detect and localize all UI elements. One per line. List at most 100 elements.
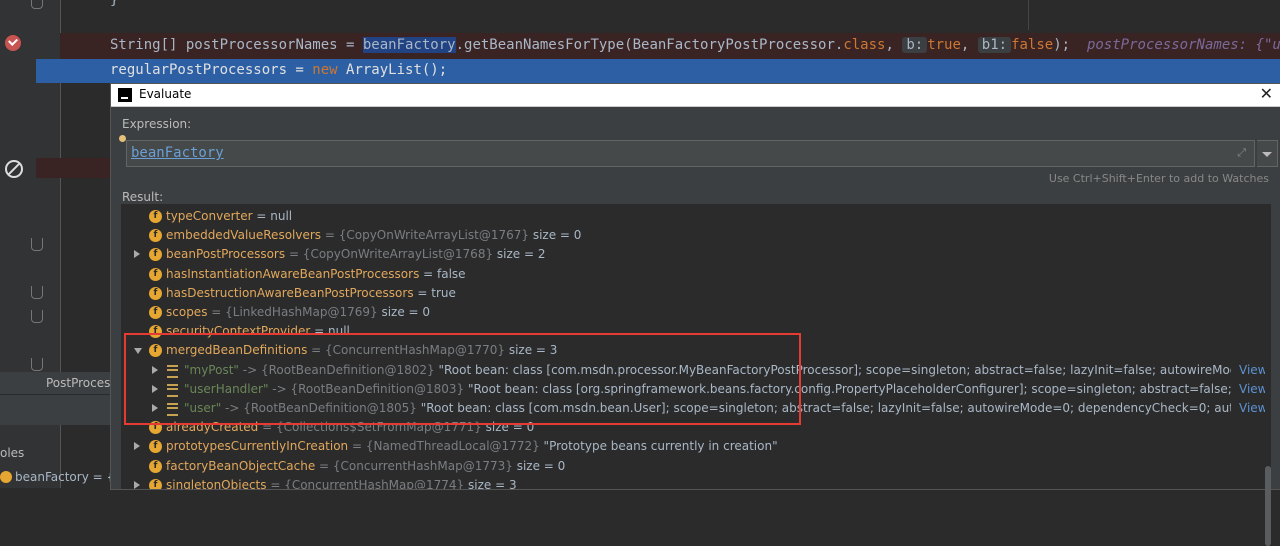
code-line: } [110,0,118,8]
code-type: String[] [110,37,178,53]
result-scrollbar[interactable] [1265,204,1271,546]
field-name: singletonObjects [166,477,267,489]
code-line[interactable]: String[] postProcessorNames = beanFactor… [110,37,1280,53]
keyword-new: new [312,62,338,78]
fold-marker-icon[interactable] [31,358,43,371]
object-ref: = {LinkedHashMap@1769} [207,305,382,319]
dialog-title: Evaluate [139,87,192,101]
fold-marker-icon[interactable] [31,238,43,251]
tree-row-text: hasDestructionAwareBeanPostProcessors = … [166,286,456,300]
expression-label: Expression: [122,117,192,131]
expression-input[interactable]: beanFactory ⤢ [126,140,1255,167]
tree-row[interactable]: f scopes = {LinkedHashMap@1769} size = 0 [121,303,1267,322]
field-value: size = 3 [468,477,517,489]
field-value: = true [413,285,456,300]
selected-identifier[interactable]: beanFactory [362,37,456,53]
tree-row-text: embeddedValueResolvers = {CopyOnWriteArr… [166,228,581,242]
expand-arrow-icon[interactable] [134,442,140,451]
dialog-titlebar[interactable]: Evaluate ✕ [111,84,1280,107]
code-var: postProcessorNames = [177,37,363,53]
field-name: typeConverter [166,209,253,223]
fold-marker-icon[interactable] [31,286,43,299]
tree-row-text: hasInstantiationAwareBeanPostProcessors … [166,267,466,281]
code-text: regularPostProcessors = [110,62,313,78]
brace: } [110,0,119,8]
field-name: hasDestructionAwareBeanPostProcessors [166,285,414,300]
tree-row-text: typeConverter = null [166,209,292,223]
field-name: scopes [166,305,208,319]
literal-true: true [927,37,961,53]
field-icon: f [149,478,162,489]
code-end: ); [1053,37,1071,53]
tree-row[interactable]: f typeConverter = null [121,207,1267,226]
field-icon: f [149,210,162,223]
field-icon: f [149,440,162,454]
right-margin-guide [1028,0,1029,30]
object-ref: = {ConcurrentHashMap@1774} [266,477,468,489]
field-name: beanPostProcessors [166,247,286,262]
add-to-watches-hint: Use Ctrl+Shift+Enter to add to Watches [1048,172,1269,185]
view-link[interactable]: View [1239,401,1267,415]
inline-debug-value: postProcessorNames: {"user [1086,37,1280,53]
debug-toolbar [0,394,110,425]
tree-row[interactable]: f beanPostProcessors = {CopyOnWriteArrayL… [121,245,1267,264]
scrollbar-thumb[interactable] [1265,466,1271,546]
intellij-logo-icon [118,88,132,102]
lightbulb-icon[interactable] [119,135,126,142]
field-value: size = 0 [532,228,582,243]
variables-label: oles [0,446,25,460]
debug-tab[interactable]: PostProcess [0,372,117,394]
field-value: = null [252,209,293,223]
field-icon: f [149,286,162,300]
field-name: factoryBeanObjectCache [166,458,316,473]
expression-value: beanFactory [131,145,224,161]
literal-false: false [1011,37,1054,53]
field-value: "Prototype beans currently in creation" [543,439,778,454]
fold-marker-icon[interactable] [31,310,43,323]
tree-row[interactable]: f factoryBeanObjectCache = {ConcurrentHas… [121,457,1267,476]
field-value: size = 0 [516,458,566,473]
expand-arrow-icon[interactable] [134,250,140,259]
mute-breakpoints-icon[interactable] [5,160,23,178]
evaluate-dialog: Evaluate ✕ Expression: beanFactory ⤢ Use… [110,83,1280,546]
tree-row-text: singletonObjects = {ConcurrentHashMap@17… [166,478,517,489]
object-ref: = {CopyOnWriteArrayList@1767} [321,228,533,243]
code-sep: , [885,37,903,53]
history-dropdown-button[interactable] [1257,140,1278,167]
field-name: prototypesCurrentlyInCreation [166,439,349,454]
debug-tab-label: PostProcess [46,376,117,390]
breakpoint-line-highlight [36,158,110,178]
object-ref: = {NamedThreadLocal@1772} [348,439,544,454]
param-hint-b: b: [902,37,928,53]
view-link[interactable]: View [1239,382,1267,396]
fold-marker-icon[interactable] [31,0,43,9]
tree-row-text: scopes = {LinkedHashMap@1769} size = 0 [166,305,430,319]
field-value: = false [419,266,466,281]
param-hint-b1: b1: [977,37,1012,53]
tree-row[interactable]: f hasInstantiationAwareBeanPostProcessors… [121,265,1267,284]
tree-row[interactable]: f singletonObjects = {ConcurrentHashMap@1… [121,476,1267,489]
object-ref: = {ConcurrentHashMap@1773} [315,458,517,473]
tree-row-text: factoryBeanObjectCache = {ConcurrentHash… [166,459,565,473]
object-ref: = {CopyOnWriteArrayList@1768} [285,247,497,262]
view-link[interactable]: View [1239,363,1267,377]
field-value: size = 0 [381,305,431,319]
field-icon: f [149,229,162,243]
code-sep: , [960,37,978,53]
code-call: .getBeanNamesForType(BeanFactoryPostProc… [455,37,844,53]
field-icon: f [149,267,162,281]
result-label: Result: [122,190,164,204]
code-line-current[interactable]: regularPostProcessors = new ArrayList(); [110,62,447,78]
field-icon [0,471,12,483]
field-name: embeddedValueResolvers [166,228,322,243]
field-name: hasInstantiationAwareBeanPostProcessors [166,266,420,281]
tree-row-text: beanPostProcessors = {CopyOnWriteArrayLi… [166,247,546,261]
tree-row[interactable]: f hasDestructionAwareBeanPostProcessors =… [121,284,1267,303]
tree-row[interactable]: f prototypesCurrentlyInCreation = {NamedT… [121,437,1267,456]
breakpoint-icon[interactable] [5,35,21,51]
red-highlight-box [124,333,801,425]
tree-row-text: prototypesCurrentlyInCreation = {NamedTh… [166,439,778,453]
close-icon[interactable]: ✕ [1260,84,1273,103]
tree-row[interactable]: f embeddedValueResolvers = {CopyOnWriteAr… [121,226,1267,245]
expand-icon[interactable]: ⤢ [1237,146,1246,160]
